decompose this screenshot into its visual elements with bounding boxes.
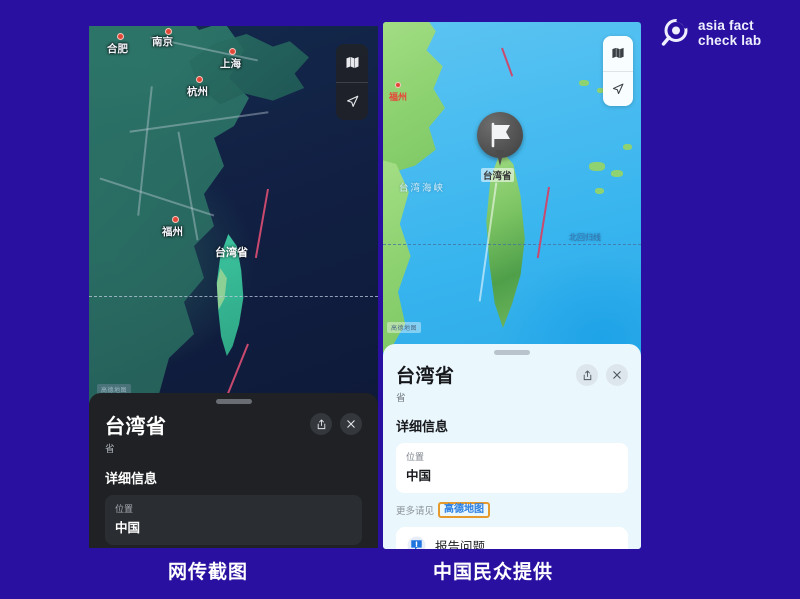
more-info-row: 更多请见 高德地图 — [396, 502, 628, 518]
sheet-header: 台湾省 省 — [105, 410, 362, 455]
sheet-title-group: 台湾省 省 — [396, 361, 576, 404]
city-label-fuzhou: 福州 — [389, 92, 408, 102]
location-field: 位置 中国 — [105, 495, 362, 545]
region-label-taiwan: 台湾省 — [215, 247, 248, 259]
share-icon[interactable] — [576, 364, 598, 386]
city-dot — [229, 48, 236, 55]
amap-link[interactable]: 高德地图 — [444, 504, 484, 515]
more-info-prefix: 更多请见 — [396, 506, 435, 517]
report-problem-icon — [407, 536, 426, 549]
sheet-header: 台湾省 省 — [396, 361, 628, 404]
city-dot — [395, 82, 401, 88]
islet — [579, 80, 589, 86]
action-row-report-problem[interactable]: 报告问题 — [396, 527, 628, 549]
location-field: 位置 中国 — [396, 443, 628, 493]
sheet-header-actions — [310, 410, 362, 435]
city-dot — [172, 216, 179, 223]
section-title-details: 详细信息 — [396, 419, 449, 434]
location-field-value: 中国 — [406, 469, 432, 483]
left-screenshot-panel: 合肥 南京 上海 杭州 福州 台湾省 高德地图 台湾省 省 详细信息 位置 中国 — [89, 26, 378, 548]
sheet-title: 台湾省 — [396, 366, 455, 387]
section-title-details: 详细信息 — [105, 471, 158, 486]
boundary-line — [254, 188, 269, 259]
city-dot — [196, 76, 203, 83]
close-icon[interactable] — [340, 413, 362, 435]
city-dot — [117, 33, 124, 40]
location-field-value: 中国 — [115, 521, 141, 535]
city-label-fuzhou: 福州 — [162, 226, 183, 238]
location-field-label: 位置 — [115, 504, 134, 514]
tropic-of-cancer-line — [383, 244, 641, 245]
sheet-drag-handle[interactable] — [215, 399, 252, 404]
sheet-subtitle: 省 — [396, 393, 406, 404]
left-detail-sheet: 台湾省 省 详细信息 位置 中国 — [89, 393, 378, 548]
location-field-label: 位置 — [406, 452, 425, 462]
islet — [595, 188, 604, 194]
sheet-subtitle: 省 — [105, 444, 115, 455]
boundary-line — [501, 47, 514, 77]
share-icon[interactable] — [310, 413, 332, 435]
map-watermark: 高德地图 — [387, 322, 422, 333]
right-screenshot-panel: 北回归线 福州 台湾海峡 台湾省 高德地图 台湾省 省 详细信息 位置 中国 更… — [383, 22, 641, 549]
sea-label-taiwan-strait: 台湾海峡 — [399, 183, 446, 194]
location-arrow-icon[interactable] — [336, 81, 368, 121]
sheet-header-actions — [576, 361, 628, 386]
islet — [611, 170, 623, 177]
right-detail-sheet: 台湾省 省 详细信息 位置 中国 更多请见 高德地图 报告问题 — [383, 344, 641, 549]
region-label-taiwan: 台湾省 — [481, 168, 514, 182]
map-layers-icon[interactable] — [603, 36, 633, 71]
action-row-label: 报告问题 — [435, 540, 486, 549]
highlight-box: 高德地图 — [438, 502, 491, 518]
map-layers-icon[interactable] — [336, 44, 368, 82]
city-label-hefei: 合肥 — [107, 43, 128, 55]
caption-right: 中国民众提供 — [433, 562, 554, 583]
islet — [589, 162, 605, 171]
close-icon[interactable] — [606, 364, 628, 386]
map-controls[interactable] — [336, 44, 368, 120]
location-arrow-icon[interactable] — [603, 70, 633, 107]
sheet-title: 台湾省 — [105, 416, 167, 438]
tropic-of-cancer-line — [89, 296, 378, 297]
islet — [623, 144, 632, 150]
action-list: 报告问题 添加至我的地点 — [396, 527, 628, 549]
screenshot-root: asia fact check lab 合肥 南京 上海 杭州 福州 台湾省 高… — [0, 0, 800, 599]
city-label-nanjing: 南京 — [152, 36, 173, 48]
boundary-line — [536, 186, 550, 259]
brand-name: asia fact check lab — [698, 18, 761, 48]
flag-pin-icon[interactable] — [477, 112, 523, 166]
brand-line-1: asia fact — [698, 18, 754, 33]
city-label-hangzhou: 杭州 — [187, 86, 208, 98]
sheet-drag-handle[interactable] — [494, 350, 530, 355]
city-label-shanghai: 上海 — [220, 58, 241, 70]
map-controls[interactable] — [603, 36, 633, 106]
brand-line-2: check lab — [698, 33, 762, 49]
brand-logo: asia fact check lab — [660, 18, 761, 48]
latitude-label: 北回归线 — [569, 233, 601, 242]
sheet-title-group: 台湾省 省 — [105, 410, 310, 455]
caption-left: 网传截图 — [168, 562, 249, 583]
magnifier-logo-icon — [660, 18, 690, 48]
